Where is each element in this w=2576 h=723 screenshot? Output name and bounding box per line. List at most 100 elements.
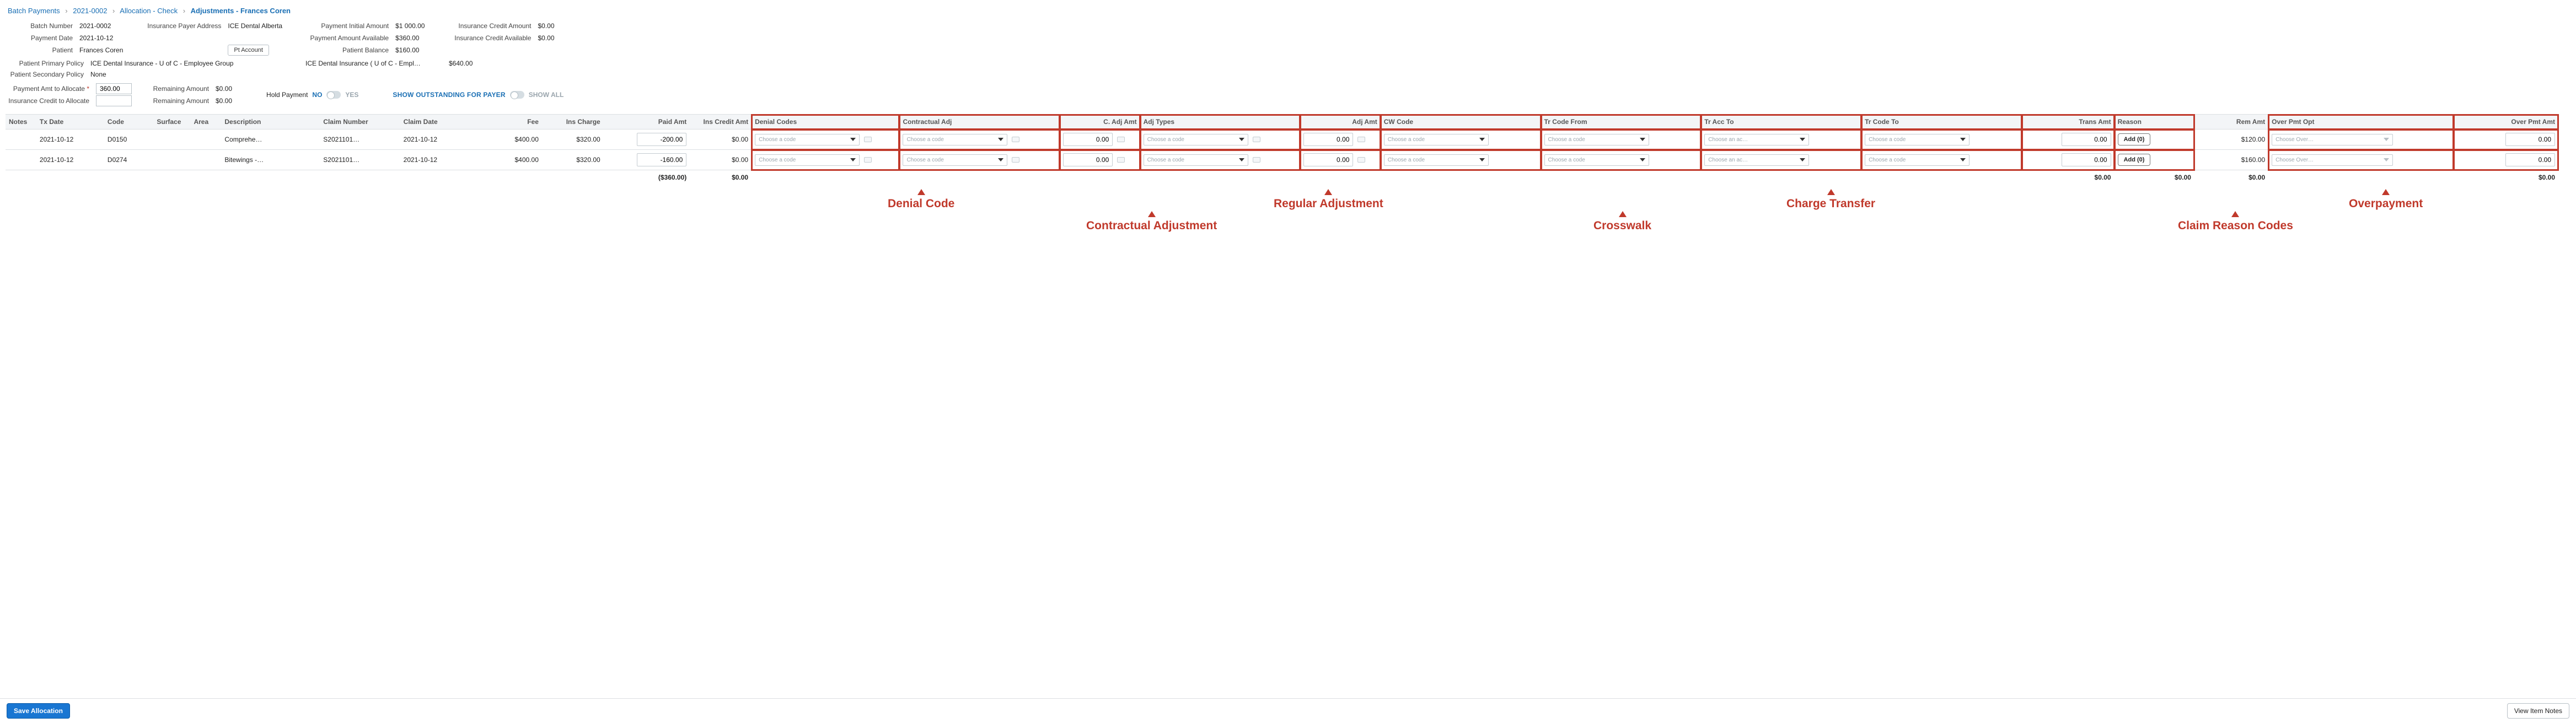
th-rem-amt: Rem Amt bbox=[2194, 115, 2268, 130]
paid-amt-input[interactable] bbox=[637, 153, 686, 166]
save-allocation-button[interactable]: Save Allocation bbox=[7, 703, 70, 719]
th-claim-number: Claim Number bbox=[320, 115, 400, 130]
label-remaining-1: Remaining Amount bbox=[149, 85, 216, 93]
cell-notes bbox=[6, 130, 36, 150]
value-batch-number: 2021-0002 bbox=[79, 22, 111, 30]
mini-button[interactable] bbox=[1117, 157, 1125, 163]
toggle-hold-payment[interactable] bbox=[326, 91, 341, 99]
cell-paid-amt[interactable] bbox=[604, 130, 690, 150]
th-paid-amt: Paid Amt bbox=[604, 115, 690, 130]
cell-adj-amt bbox=[1300, 150, 1380, 170]
cell-adj-amt bbox=[1300, 130, 1380, 150]
label-ins-credit-allocate: Insurance Credit to Allocate bbox=[8, 97, 96, 105]
overpayment-dropdown[interactable]: Choose Over… bbox=[2272, 154, 2393, 166]
cell-over-opt: Choose Over… bbox=[2268, 150, 2454, 170]
cell-contractual-adj: Choose a code bbox=[899, 130, 1060, 150]
label-primary-policy: Patient Primary Policy bbox=[8, 60, 90, 67]
paid-amt-input[interactable] bbox=[637, 133, 686, 146]
th-reason: Reason bbox=[2115, 115, 2194, 130]
dropdown[interactable]: Choose a code bbox=[903, 134, 1007, 145]
dropdown[interactable]: Choose a code bbox=[1544, 154, 1649, 166]
dropdown[interactable]: Choose a code bbox=[755, 154, 860, 166]
dropdown[interactable]: Choose a code bbox=[1384, 134, 1489, 145]
dropdown[interactable]: Choose an ac… bbox=[1704, 134, 1809, 145]
dropdown[interactable]: Choose an ac… bbox=[1704, 154, 1809, 166]
mini-button[interactable] bbox=[1357, 137, 1365, 142]
th-over-amt: Over Pmt Amt bbox=[2454, 115, 2558, 130]
mini-button[interactable] bbox=[1012, 137, 1019, 142]
dropdown[interactable]: Choose a code bbox=[1544, 134, 1649, 145]
show-outstanding-link[interactable]: SHOW OUTSTANDING FOR PAYER bbox=[393, 91, 505, 99]
mini-button[interactable] bbox=[1117, 137, 1125, 142]
label-ins-credit-avail: Insurance Credit Available bbox=[441, 34, 538, 42]
label-patient-balance: Patient Balance bbox=[299, 46, 395, 54]
amount-input[interactable] bbox=[1063, 153, 1113, 166]
value-secondary-policy: None bbox=[90, 71, 106, 78]
trans-amt-input[interactable] bbox=[2062, 153, 2111, 166]
amount-input[interactable] bbox=[1063, 133, 1113, 146]
cell-paid-amt[interactable] bbox=[604, 150, 690, 170]
dropdown[interactable]: Choose a code bbox=[755, 134, 860, 145]
crumb-batch-id[interactable]: 2021-0002 bbox=[73, 7, 107, 15]
dropdown[interactable]: Choose a code bbox=[1865, 154, 1969, 166]
cell-adj-types: Choose a code bbox=[1140, 130, 1301, 150]
label-batch-number: Batch Number bbox=[8, 22, 79, 30]
anno-overpayment: Overpayment bbox=[2349, 197, 2423, 210]
mini-button[interactable] bbox=[1357, 157, 1365, 163]
chevron-down-icon bbox=[1479, 158, 1485, 161]
cell-tx-date: 2021-10-12 bbox=[36, 150, 104, 170]
chevron-down-icon bbox=[1239, 138, 1244, 141]
chevron-down-icon bbox=[1960, 138, 1966, 141]
th-contractual-adj: Contractual Adj bbox=[899, 115, 1060, 130]
anno-crosswalk: Crosswalk bbox=[1593, 219, 1651, 232]
dropdown[interactable]: Choose a code bbox=[903, 154, 1007, 166]
dropdown[interactable]: Choose a code bbox=[1865, 134, 1969, 145]
table-header-row: Notes Tx Date Code Surface Area Descript… bbox=[6, 115, 2558, 130]
overpayment-dropdown[interactable]: Choose Over… bbox=[2272, 134, 2393, 145]
cell-ins-credit-amt: $0.00 bbox=[690, 150, 752, 170]
chevron-down-icon bbox=[850, 138, 856, 141]
input-pay-amt-allocate[interactable] bbox=[96, 83, 132, 94]
over-amt-input[interactable] bbox=[2505, 133, 2555, 146]
dropdown[interactable]: Choose a code bbox=[1144, 154, 1248, 166]
pt-account-button[interactable]: Pt Account bbox=[228, 45, 269, 56]
toggle-show-outstanding[interactable] bbox=[510, 91, 524, 99]
mini-button[interactable] bbox=[1012, 157, 1019, 163]
th-description: Description bbox=[221, 115, 320, 130]
value-payment-avail: $360.00 bbox=[395, 34, 419, 42]
value-ins-payer-addr: ICE Dental Alberta bbox=[228, 22, 282, 30]
view-item-notes-button[interactable]: View Item Notes bbox=[2507, 703, 2569, 719]
cell-trans-amt bbox=[2022, 130, 2115, 150]
add-reason-button[interactable]: Add (0) bbox=[2118, 133, 2151, 145]
input-ins-credit-allocate[interactable] bbox=[96, 95, 132, 106]
mini-button[interactable] bbox=[864, 137, 872, 142]
th-cw-code: CW Code bbox=[1381, 115, 1541, 130]
add-reason-button[interactable]: Add (0) bbox=[2118, 154, 2151, 166]
value-primary-policy: ICE Dental Insurance - U of C - Employee… bbox=[90, 60, 245, 67]
total-paid: ($360.00) bbox=[604, 170, 690, 185]
mini-button[interactable] bbox=[1253, 157, 1260, 163]
crumb-batch-payments[interactable]: Batch Payments bbox=[8, 7, 60, 15]
trans-amt-input[interactable] bbox=[2062, 133, 2111, 146]
label-ins-payer-addr: Insurance Payer Address bbox=[139, 22, 228, 30]
mini-button[interactable] bbox=[1253, 137, 1260, 142]
dropdown[interactable]: Choose a code bbox=[1144, 134, 1248, 145]
chevron-down-icon bbox=[850, 158, 856, 161]
amount-input[interactable] bbox=[1303, 153, 1353, 166]
th-ins-charge: Ins Charge bbox=[542, 115, 604, 130]
anno-regular: Regular Adjustment bbox=[1274, 197, 1383, 210]
anno-contractual: Contractual Adjustment bbox=[1086, 219, 1217, 232]
label-ins-credit-amt: Insurance Credit Amount bbox=[441, 22, 538, 30]
amount-input[interactable] bbox=[1303, 133, 1353, 146]
dropdown[interactable]: Choose a code bbox=[1384, 154, 1489, 166]
crumb-allocation[interactable]: Allocation - Check bbox=[120, 7, 178, 15]
anno-charge-transfer: Charge Transfer bbox=[1786, 197, 1875, 210]
cell-surface bbox=[153, 130, 190, 150]
cell-tr-code-to: Choose a code bbox=[1861, 130, 2022, 150]
breadcrumb: Batch Payments › 2021-0002 › Allocation … bbox=[6, 3, 2570, 20]
over-amt-input[interactable] bbox=[2505, 153, 2555, 166]
chevron-down-icon bbox=[1960, 158, 1966, 161]
total-trans: $0.00 bbox=[2022, 170, 2115, 185]
cell-cw-code: Choose a code bbox=[1381, 150, 1541, 170]
mini-button[interactable] bbox=[864, 157, 872, 163]
